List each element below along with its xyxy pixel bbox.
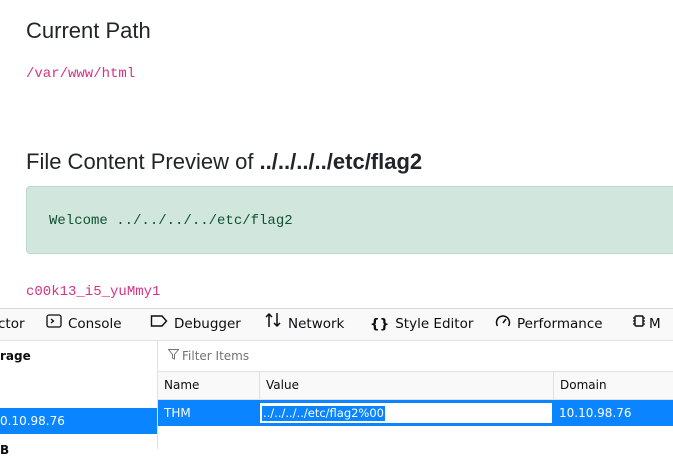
column-name-header[interactable]: Name [158, 372, 259, 399]
table-row[interactable]: THM ../../../../etc/flag2%00 10.10.98.76 [158, 400, 673, 426]
sidebar-heading: rage [0, 349, 31, 363]
cookie-table: Filter Items Name Value Domain THM ../..… [158, 341, 673, 449]
file-content-text: Welcome ../../../../etc/flag2 [49, 213, 293, 229]
column-value-header[interactable]: Value [259, 372, 553, 399]
gauge-icon [495, 309, 511, 340]
current-path-heading: Current Path [26, 18, 151, 43]
table-empty-area [158, 426, 673, 449]
sidebar-item-host[interactable]: 0.10.98.76 [0, 408, 157, 434]
tab-network[interactable]: Network [264, 309, 344, 340]
tab-memory[interactable]: M [632, 309, 661, 340]
tab-memory-label: M [649, 316, 661, 332]
tab-inspector-label: ctor [0, 316, 25, 332]
filter-bar[interactable]: Filter Items [158, 341, 673, 372]
filter-input[interactable]: Filter Items [182, 349, 249, 363]
tab-debugger-label: Debugger [174, 316, 241, 332]
devtools-panel: ctor Console Debugger Network {} Style Ed… [0, 308, 673, 457]
table-header: Name Value Domain [158, 372, 673, 400]
current-path-value: /var/www/html [26, 66, 136, 82]
cookie-domain-cell: 10.10.98.76 [559, 406, 632, 420]
storage-sidebar: rage 0.10.98.76 B [0, 341, 158, 457]
tab-inspector[interactable]: ctor [0, 309, 25, 340]
file-preview-heading-prefix: File Content Preview of [26, 149, 260, 174]
column-domain-header[interactable]: Domain [553, 372, 673, 399]
file-content-alert: Welcome ../../../../etc/flag2 [26, 186, 673, 254]
filter-icon [167, 349, 180, 363]
cookie-name-cell: THM [164, 406, 191, 420]
file-preview-heading: File Content Preview of ../../../../etc/… [26, 149, 422, 175]
network-icon [264, 309, 282, 340]
tab-style-editor[interactable]: {} Style Editor [370, 309, 473, 340]
memory-icon [632, 309, 646, 340]
devtools-toolbar: ctor Console Debugger Network {} Style Ed… [0, 309, 673, 341]
tab-performance-label: Performance [517, 316, 603, 332]
tab-network-label: Network [288, 316, 345, 332]
flag-value: c00k13_i5_yuMmy1 [26, 284, 161, 300]
page-content: Current Path /var/www/html File Content … [0, 0, 673, 308]
tab-debugger[interactable]: Debugger [150, 309, 241, 340]
sidebar-item-host-label: 0.10.98.76 [0, 414, 65, 428]
debugger-icon [150, 309, 168, 340]
braces-icon: {} [370, 316, 390, 332]
tab-style-editor-label: Style Editor [395, 316, 474, 332]
cookie-value-text: ../../../../etc/flag2%00 [262, 406, 385, 421]
file-preview-heading-file: ../../../../etc/flag2 [259, 149, 423, 174]
tab-console-label: Console [68, 316, 122, 332]
console-icon [46, 309, 62, 340]
sidebar-item-bottom[interactable]: B [0, 443, 9, 457]
tab-console[interactable]: Console [46, 309, 122, 340]
tab-performance[interactable]: Performance [495, 309, 603, 340]
cookie-value-editor[interactable]: ../../../../etc/flag2%00 [259, 402, 553, 424]
